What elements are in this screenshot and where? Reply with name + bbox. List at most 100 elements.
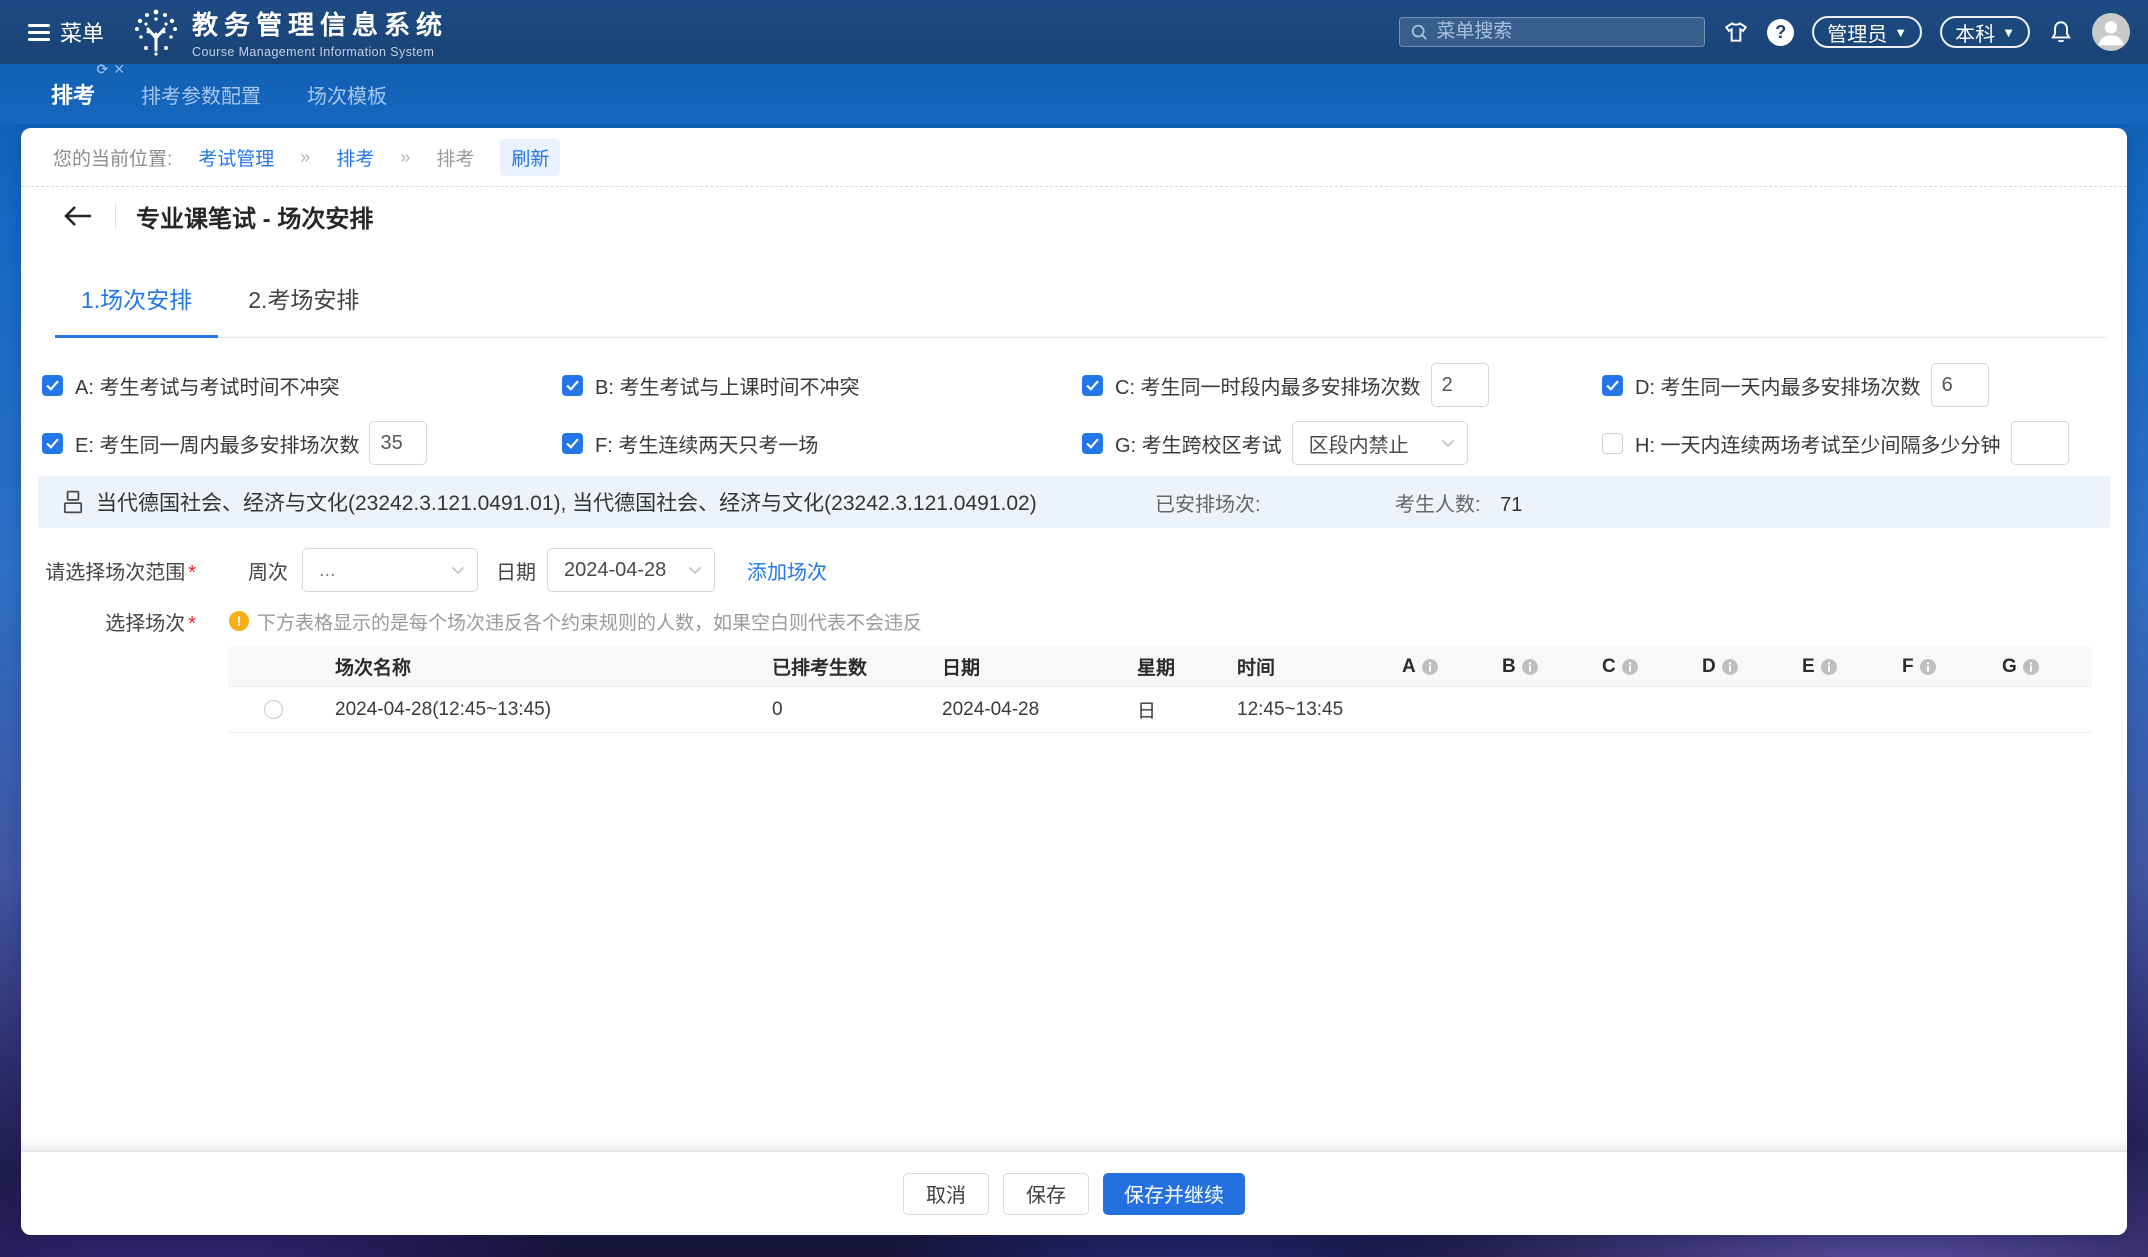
hamburger-menu-icon[interactable] — [28, 24, 50, 41]
checkbox-A[interactable] — [42, 375, 63, 396]
checkbox-F[interactable] — [562, 433, 583, 454]
scheduled-sessions-label: 已安排场次: — [1155, 488, 1261, 517]
add-session-link[interactable]: 添加场次 — [747, 556, 827, 585]
rule-column-header-B: B — [1490, 656, 1590, 678]
required-asterisk: * — [188, 562, 196, 584]
tab-paikao[interactable]: 排考 ⟳ ✕ — [51, 78, 95, 110]
save-button[interactable]: 保存 — [1003, 1173, 1089, 1215]
constraint-A: A: 考生考试与考试时间不冲突 — [34, 362, 554, 408]
constraint-F: F: 考生连续两天只考一场 — [554, 420, 1074, 466]
checkbox-B[interactable] — [562, 375, 583, 396]
brand-block: 教务管理信息系统 Course Management Information S… — [192, 5, 448, 59]
checkbox-C[interactable] — [1082, 375, 1103, 396]
step-tab-session-arrange[interactable]: 1.场次安排 — [55, 281, 218, 338]
constraint-label: E: 考生同一周内最多安排场次数 — [75, 429, 359, 458]
level-dropdown[interactable]: 本科 ▼ — [1940, 16, 2030, 48]
menu-search-box[interactable] — [1399, 17, 1705, 47]
date-cell: 2024-04-28 — [930, 699, 1125, 721]
session-range-row: 请选择场次范围* 周次 ... 日期 2024-04-28 添加场次 — [38, 548, 2110, 592]
column-header: 星期 — [1125, 653, 1225, 680]
notification-bell-icon[interactable] — [2048, 19, 2074, 45]
constraint-H-input[interactable] — [2011, 421, 2069, 465]
tab-session-template[interactable]: 场次模板 — [307, 80, 387, 109]
scheduled-count-cell: 0 — [760, 699, 930, 721]
info-icon[interactable] — [2023, 659, 2039, 675]
column-header: 场次名称 — [318, 653, 760, 680]
selected-value: 2024-04-28 — [564, 559, 666, 582]
search-input[interactable] — [1436, 21, 1694, 43]
chevron-down-icon: ▼ — [2002, 25, 2015, 40]
refresh-button[interactable]: 刷新 — [500, 139, 560, 176]
role-dropdown[interactable]: 管理员 ▼ — [1812, 16, 1922, 48]
week-select[interactable]: ... — [302, 548, 478, 592]
checkbox-G[interactable] — [1082, 433, 1103, 454]
back-button[interactable] — [63, 205, 93, 227]
time-cell: 12:45~13:45 — [1225, 699, 1390, 721]
breadcrumb-link-paikao[interactable]: 排考 — [336, 144, 374, 171]
column-header: 日期 — [930, 653, 1125, 680]
info-icon[interactable] — [1722, 659, 1738, 675]
info-icon[interactable] — [1821, 659, 1837, 675]
tab-paikao-params[interactable]: 排考参数配置 — [141, 80, 261, 109]
page-title: 专业课笔试 - 场次安排 — [136, 199, 373, 234]
user-avatar[interactable] — [2092, 13, 2130, 51]
date-select[interactable]: 2024-04-28 — [547, 548, 715, 592]
table-header-row: 场次名称 已排考生数 日期 星期 时间 A B C D E F G — [228, 647, 2092, 687]
constraint-D-input[interactable] — [1931, 363, 1989, 407]
content-spacer — [21, 733, 2127, 1140]
week-label: 周次 — [248, 556, 288, 585]
back-arrow-icon — [63, 205, 93, 227]
menu-label[interactable]: 菜单 — [60, 16, 104, 48]
cancel-button[interactable]: 取消 — [903, 1173, 989, 1215]
chevron-down-icon — [451, 566, 465, 575]
session-select-hint: 下方表格显示的是每个场次违反各个约束规则的人数，如果空白则代表不会违反 — [257, 608, 922, 635]
chevron-down-icon — [1441, 439, 1455, 448]
session-radio[interactable] — [264, 700, 283, 719]
save-and-continue-button[interactable]: 保存并继续 — [1103, 1173, 1245, 1215]
step-tab-room-arrange[interactable]: 2.考场安排 — [246, 281, 361, 337]
selected-value: 区段内禁止 — [1309, 429, 1409, 458]
constraint-E-input[interactable] — [369, 421, 427, 465]
theme-shirt-icon[interactable] — [1723, 19, 1749, 45]
page-header: 专业课笔试 - 场次安排 — [21, 187, 2127, 245]
app-title: 教务管理信息系统 — [192, 5, 448, 42]
chevron-down-icon — [688, 566, 702, 575]
weekday-cell: 日 — [1125, 696, 1225, 723]
topbar: 菜单 教务管理信息系统 Course Management Informatio… — [0, 0, 2148, 64]
course-group-icon — [62, 490, 84, 514]
app-logo-tree-icon — [132, 8, 180, 56]
role-label: 管理员 — [1827, 18, 1887, 47]
checkbox-H[interactable] — [1602, 433, 1623, 454]
breadcrumb-current: 排考 — [436, 144, 474, 171]
constraint-label: C: 考生同一时段内最多安排场次数 — [1115, 371, 1421, 400]
breadcrumb-separator: » — [300, 147, 310, 168]
constraint-label: D: 考生同一天内最多安排场次数 — [1635, 371, 1921, 400]
breadcrumb-link-exam-management[interactable]: 考试管理 — [198, 144, 274, 171]
session-range-label: 请选择场次范围* — [38, 556, 196, 585]
info-icon[interactable] — [1920, 659, 1936, 675]
info-icon[interactable] — [1622, 659, 1638, 675]
checkbox-E[interactable] — [42, 433, 63, 454]
checkbox-D[interactable] — [1602, 375, 1623, 396]
rule-column-header-C: C — [1590, 656, 1690, 678]
constraint-label: H: 一天内连续两场考试至少间隔多少分钟 — [1635, 429, 2001, 458]
rule-column-header-D: D — [1690, 656, 1790, 678]
info-icon[interactable] — [1522, 659, 1538, 675]
help-icon[interactable]: ? — [1767, 19, 1794, 46]
breadcrumb-prefix: 您的当前位置: — [53, 144, 172, 171]
cross-campus-select[interactable]: 区段内禁止 — [1292, 421, 1468, 465]
constraint-C-input[interactable] — [1431, 363, 1489, 407]
student-count-label: 考生人数: — [1395, 494, 1481, 516]
constraint-options: A: 考生考试与考试时间不冲突 B: 考生考试与上课时间不冲突 C: 考生同一时… — [34, 362, 2114, 466]
chevron-down-icon: ▼ — [1894, 25, 1907, 40]
column-header: 已排考生数 — [760, 653, 930, 680]
rule-column-header-E: E — [1790, 656, 1890, 678]
constraint-E: E: 考生同一周内最多安排场次数 — [34, 420, 554, 466]
date-label: 日期 — [496, 556, 536, 585]
constraint-C: C: 考生同一时段内最多安排场次数 — [1074, 362, 1594, 408]
content-card: 您的当前位置: 考试管理 » 排考 » 排考 刷新 专业课笔试 - 场次安排 1… — [21, 128, 2127, 1235]
module-tab-bar: 排考 ⟳ ✕ 排考参数配置 场次模板 — [0, 64, 2148, 124]
constraint-D: D: 考生同一天内最多安排场次数 — [1594, 362, 2114, 408]
info-icon[interactable] — [1422, 659, 1438, 675]
column-header: 时间 — [1225, 653, 1390, 680]
